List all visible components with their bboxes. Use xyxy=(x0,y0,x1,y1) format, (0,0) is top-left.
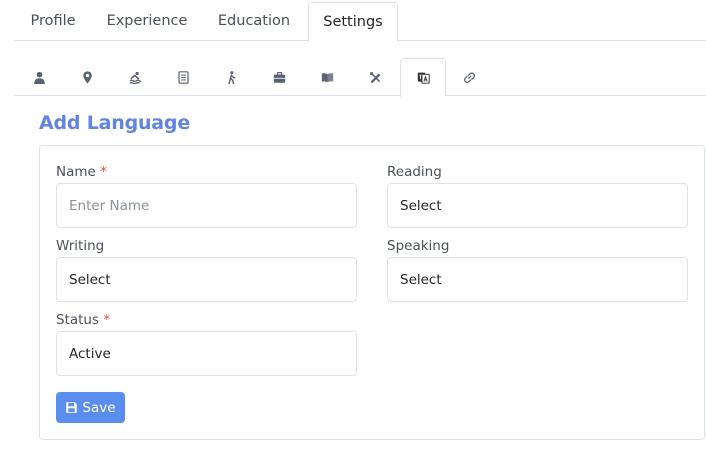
status-select-value: Active xyxy=(69,345,111,362)
tab-location[interactable] xyxy=(64,58,110,96)
top-tab-bar: Profile Experience Education Settings xyxy=(14,0,706,42)
walking-icon xyxy=(227,70,235,84)
reading-select-value: Select xyxy=(400,197,442,214)
document-icon xyxy=(177,70,189,84)
tab-work[interactable] xyxy=(256,58,302,96)
status-label: Status * xyxy=(56,312,110,328)
map-marker-icon xyxy=(82,70,92,84)
page-title: Add Language xyxy=(39,112,191,134)
link-icon xyxy=(463,71,475,83)
tab-walking[interactable] xyxy=(208,58,254,96)
briefcase-icon xyxy=(273,71,285,83)
writing-select-value: Select xyxy=(69,271,111,288)
tab-skills[interactable] xyxy=(352,58,398,96)
language-icon xyxy=(417,72,430,84)
reading-label: Reading xyxy=(387,164,442,180)
reading-select[interactable]: Select xyxy=(387,183,688,228)
tab-settings[interactable]: Settings xyxy=(308,2,398,42)
tab-reading[interactable] xyxy=(304,58,350,96)
tab-language[interactable] xyxy=(400,58,446,97)
status-select[interactable]: Active xyxy=(56,331,357,376)
swimmer-icon xyxy=(128,71,142,84)
writing-label: Writing xyxy=(56,238,105,254)
tab-education[interactable]: Education xyxy=(210,2,298,41)
drafting-tools-icon xyxy=(369,71,380,83)
speaking-select[interactable]: Select xyxy=(387,257,688,302)
writing-select[interactable]: Select xyxy=(56,257,357,302)
tab-profile[interactable]: Profile xyxy=(22,2,84,41)
save-button-label: Save xyxy=(82,399,116,416)
status-label-text: Status xyxy=(56,312,100,328)
tab-user[interactable] xyxy=(16,58,62,96)
tab-links[interactable] xyxy=(446,58,492,96)
speaking-label: Speaking xyxy=(387,238,450,254)
required-mark: * xyxy=(100,164,107,180)
tab-swimming[interactable] xyxy=(112,58,158,96)
required-mark: * xyxy=(103,312,111,328)
icon-tab-bar xyxy=(14,58,706,97)
name-label-text: Name xyxy=(56,164,96,180)
floppy-disk-icon xyxy=(66,402,78,413)
tab-document[interactable] xyxy=(160,58,206,96)
name-field[interactable] xyxy=(56,183,357,228)
book-open-icon xyxy=(321,72,333,82)
name-label: Name * xyxy=(56,164,107,180)
user-icon xyxy=(33,71,45,84)
save-button[interactable]: Save xyxy=(56,392,125,423)
name-input[interactable] xyxy=(69,184,356,227)
tab-experience[interactable]: Experience xyxy=(100,2,194,41)
speaking-select-value: Select xyxy=(400,271,442,288)
